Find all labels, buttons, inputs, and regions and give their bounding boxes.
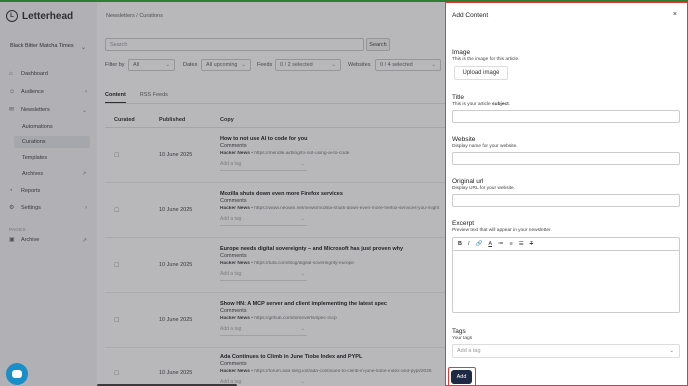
tags-label: Tags bbox=[452, 328, 466, 335]
clear-format-icon[interactable]: T bbox=[530, 241, 533, 247]
website-input[interactable] bbox=[452, 152, 680, 165]
panel-title: Add Content bbox=[452, 12, 489, 19]
modal-backdrop[interactable] bbox=[0, 2, 445, 386]
original-url-help: Display URL for your website. bbox=[452, 186, 516, 191]
website-label: Website bbox=[452, 136, 476, 143]
excerpt-toolbar: B I 🔗 A ≔ ≡ ☰ T bbox=[452, 237, 680, 251]
tags-select[interactable]: Add a tag ⌄ bbox=[452, 344, 680, 358]
tags-help: Your tags bbox=[452, 336, 473, 341]
excerpt-help: Preview text that will appear in your ne… bbox=[452, 228, 552, 233]
website-help: Display name for your website. bbox=[452, 144, 518, 149]
italic-icon[interactable]: I bbox=[468, 241, 470, 247]
image-help: This is the image for this article. bbox=[452, 57, 520, 62]
title-input[interactable] bbox=[452, 110, 680, 123]
link-icon[interactable]: 🔗 bbox=[476, 241, 483, 247]
title-label: Title bbox=[452, 94, 465, 101]
close-icon[interactable]: × bbox=[673, 11, 677, 18]
title-help-bold: subject bbox=[491, 102, 509, 107]
tags-placeholder: Add a tag bbox=[457, 348, 481, 354]
excerpt-editor[interactable] bbox=[452, 251, 680, 313]
original-url-label: Original url bbox=[452, 178, 484, 185]
title-help-suffix: . bbox=[508, 102, 511, 107]
image-label: Image bbox=[452, 49, 471, 56]
upload-image-button[interactable]: Upload image bbox=[454, 66, 508, 80]
align-icon[interactable]: ☰ bbox=[519, 241, 524, 247]
add-content-panel: Add Content × Image This is the image fo… bbox=[445, 2, 688, 386]
chat-launcher-button[interactable] bbox=[6, 363, 28, 385]
text-color-icon[interactable]: A bbox=[488, 241, 492, 247]
chevron-down-icon: ⌄ bbox=[669, 348, 674, 354]
original-url-input[interactable] bbox=[452, 194, 680, 207]
ordered-list-icon[interactable]: ≔ bbox=[498, 241, 504, 247]
unordered-list-icon[interactable]: ≡ bbox=[510, 241, 513, 247]
bold-icon[interactable]: B bbox=[458, 241, 462, 247]
title-help-text: This is your article bbox=[452, 102, 492, 107]
title-help: This is your article subject. bbox=[452, 102, 510, 107]
chat-bubble-icon bbox=[12, 370, 22, 378]
excerpt-label: Excerpt bbox=[452, 220, 475, 227]
add-button[interactable]: Add bbox=[451, 370, 472, 384]
